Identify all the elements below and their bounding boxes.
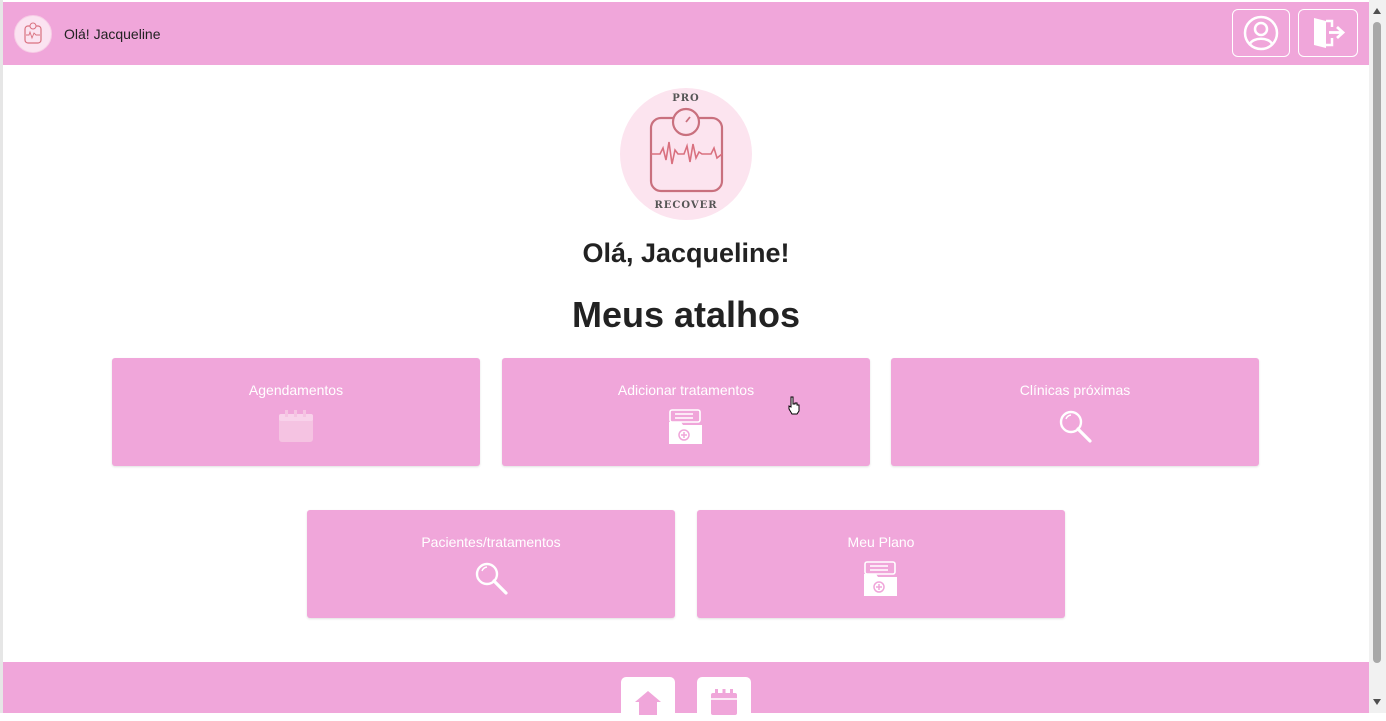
- mouse-pointer-icon: [787, 396, 801, 421]
- shortcut-meu-plano[interactable]: Meu Plano: [697, 510, 1065, 618]
- home-icon: [635, 691, 661, 715]
- scroll-thumb[interactable]: [1373, 22, 1381, 663]
- medical-folder-icon: [667, 408, 705, 451]
- app-logo-small[interactable]: [14, 15, 52, 53]
- calendar-button[interactable]: [697, 677, 751, 721]
- shortcut-label: Agendamentos: [248, 382, 344, 398]
- search-icon: [1057, 408, 1093, 449]
- shortcut-label: Meu Plano: [847, 534, 915, 550]
- search-icon: [473, 560, 509, 601]
- calendar-icon: [278, 408, 314, 449]
- scale-logo-icon: [24, 22, 42, 44]
- scroll-down-arrow-icon[interactable]: [1373, 699, 1381, 705]
- shortcut-pacientes-tratamentos[interactable]: Pacientes/tratamentos: [307, 510, 675, 618]
- shortcut-agendamentos[interactable]: Agendamentos: [112, 358, 480, 466]
- top-navbar: Olá! Jacqueline: [3, 2, 1369, 65]
- user-circle-icon: [1243, 15, 1279, 51]
- pro-recover-logo: PRO RECOVER: [620, 88, 752, 220]
- shortcut-adicionar-tratamentos[interactable]: Adicionar tratamentos: [502, 358, 870, 466]
- scroll-up-arrow-icon[interactable]: [1373, 8, 1381, 14]
- home-button[interactable]: [621, 677, 675, 721]
- shortcut-label: Pacientes/tratamentos: [421, 534, 561, 550]
- nav-greeting: Olá! Jacqueline: [64, 26, 161, 42]
- shortcuts-title: Meus atalhos: [571, 294, 801, 335]
- vertical-scrollbar[interactable]: [1369, 0, 1386, 713]
- bottom-navbar: [3, 662, 1369, 721]
- window-edge: [0, 0, 3, 713]
- calendar-icon: [711, 689, 737, 715]
- profile-button[interactable]: [1232, 9, 1290, 57]
- logout-button[interactable]: [1298, 9, 1358, 57]
- logo-bottom-text: RECOVER: [654, 200, 718, 211]
- medical-folder-icon: [862, 560, 900, 603]
- shortcut-label: Adicionar tratamentos: [617, 382, 755, 398]
- welcome-heading: Olá, Jacqueline!: [582, 238, 790, 268]
- shortcut-label: Clínicas próximas: [1019, 382, 1131, 398]
- shortcut-clinicas-proximas[interactable]: Clínicas próximas: [891, 358, 1259, 466]
- door-exit-icon: [1314, 18, 1346, 48]
